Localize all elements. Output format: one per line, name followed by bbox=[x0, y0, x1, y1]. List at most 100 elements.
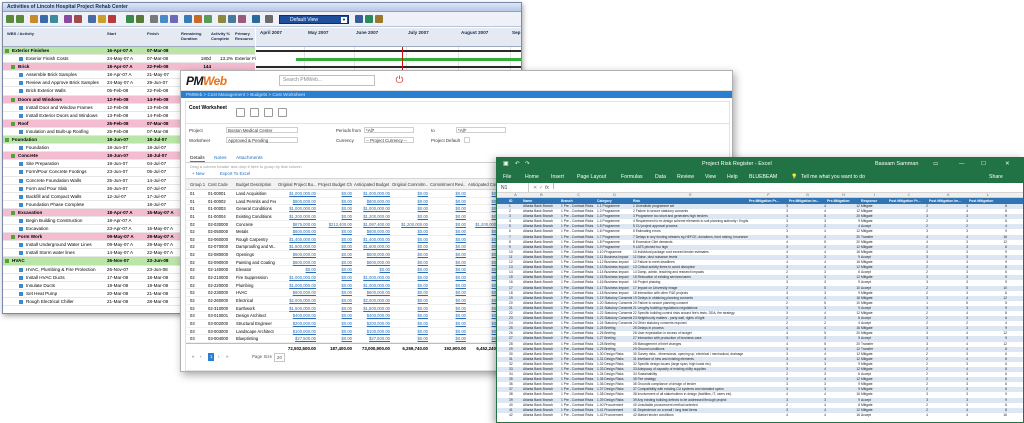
grid-column-header[interactable]: Budget Description bbox=[236, 182, 276, 187]
amount-cell[interactable]: $0.00 bbox=[430, 228, 466, 236]
worksheet[interactable]: ABCDEFGHIJKL ID Name Branch Category Risk Pre… bbox=[497, 193, 1023, 422]
amount-cell[interactable]: $0.00 bbox=[318, 228, 352, 236]
power-icon[interactable]: ⏻ bbox=[393, 74, 406, 87]
amount-cell[interactable]: $0.00 bbox=[318, 190, 352, 198]
amount-cell[interactable]: $0.00 bbox=[392, 251, 428, 259]
collapse-icon[interactable] bbox=[238, 15, 246, 23]
risks-icon[interactable] bbox=[108, 15, 116, 23]
close-icon[interactable]: ✕ bbox=[1005, 158, 1010, 171]
amount-cell[interactable]: $1,200,000.00 bbox=[392, 221, 428, 229]
amount-cell[interactable]: $0.00 bbox=[430, 312, 466, 320]
col-remaining[interactable]: Remaining Duration bbox=[181, 31, 211, 41]
amount-cell[interactable]: $0.00 bbox=[318, 312, 352, 320]
group-icon[interactable] bbox=[170, 15, 178, 23]
tab-attachments[interactable]: Attachments bbox=[236, 156, 263, 161]
col-resource[interactable]: Primary Resource bbox=[235, 31, 257, 41]
amount-cell[interactable]: $0.00 bbox=[392, 297, 428, 305]
settings-icon[interactable] bbox=[265, 15, 273, 23]
tab-page-layout[interactable]: Page Layout bbox=[577, 171, 606, 183]
amount-cell[interactable]: $1,500,000.00 bbox=[354, 243, 390, 251]
fx-icon[interactable]: fx bbox=[545, 183, 549, 193]
amount-cell[interactable]: $0.00 bbox=[430, 289, 466, 297]
amount-cell[interactable]: $0.00 bbox=[318, 335, 352, 343]
print-icon[interactable] bbox=[264, 108, 273, 117]
calendar-icon[interactable] bbox=[252, 15, 260, 23]
amount-cell[interactable]: $27,500.00 bbox=[354, 335, 390, 343]
layout-options-icon[interactable] bbox=[355, 15, 363, 23]
columns-icon[interactable] bbox=[184, 15, 192, 23]
amount-cell[interactable]: $0.00 bbox=[430, 251, 466, 259]
last-page-button[interactable]: » bbox=[226, 352, 228, 362]
project-select[interactable]: Boston Medical Center bbox=[226, 127, 298, 133]
activities-icon[interactable] bbox=[50, 15, 58, 23]
tell-me-input[interactable]: Tell me what you want to do bbox=[801, 171, 865, 183]
new-button[interactable]: + New bbox=[192, 171, 205, 176]
amount-cell[interactable]: $0.00 bbox=[318, 259, 352, 267]
amount-cell[interactable]: $0.00 bbox=[430, 335, 466, 343]
amount-cell[interactable]: $600,000.00 bbox=[278, 259, 316, 267]
tab-home[interactable]: Home bbox=[525, 171, 539, 183]
amount-cell[interactable]: $0.00 bbox=[392, 328, 428, 336]
amount-cell[interactable]: $0.00 bbox=[430, 236, 466, 244]
amount-cell[interactable]: $600,000.00 bbox=[278, 289, 316, 297]
export-icon[interactable] bbox=[278, 108, 287, 117]
amount-cell[interactable]: $0.00 bbox=[318, 289, 352, 297]
amount-cell[interactable]: $0.00 bbox=[392, 243, 428, 251]
amount-cell[interactable]: $500,000.00 bbox=[354, 251, 390, 259]
tab-formulas[interactable]: Formulas bbox=[621, 171, 643, 183]
page-size-select[interactable]: 20 bbox=[274, 352, 285, 362]
amount-cell[interactable]: $0.00 bbox=[392, 305, 428, 313]
amount-cell[interactable]: $0.00 bbox=[392, 236, 428, 244]
grid-column-header[interactable]: Cost Code bbox=[208, 182, 234, 187]
redo-icon[interactable]: ↷ bbox=[525, 158, 530, 171]
tab-insert[interactable]: Insert bbox=[551, 171, 564, 183]
cancel-icon[interactable]: ✕ bbox=[533, 183, 537, 193]
amount-cell[interactable]: $2,000,000.00 bbox=[278, 297, 316, 305]
amount-cell[interactable]: $0.00 bbox=[430, 305, 466, 313]
save-icon[interactable] bbox=[250, 108, 259, 117]
amount-cell[interactable]: $600,000.00 bbox=[354, 289, 390, 297]
cell[interactable]: Accept bbox=[861, 413, 888, 418]
amount-cell[interactable]: $0.00 bbox=[430, 274, 466, 282]
cell[interactable]: 42 bbox=[509, 413, 522, 418]
cell[interactable]: 4 bbox=[929, 413, 968, 418]
amount-cell[interactable]: $0.00 bbox=[392, 274, 428, 282]
amount-cell[interactable]: $0.00 bbox=[430, 221, 466, 229]
amount-cell[interactable]: $600,000.00 bbox=[354, 259, 390, 267]
amount-cell[interactable]: $400,000.00 bbox=[354, 312, 390, 320]
ribbon-display-icon[interactable]: ▭ bbox=[933, 158, 938, 171]
export-excel-button[interactable]: Export To Excel bbox=[220, 171, 250, 176]
amount-cell[interactable]: $1,400,000.00 bbox=[354, 236, 390, 244]
amount-cell[interactable]: $0.00 bbox=[430, 328, 466, 336]
amount-cell[interactable]: $600,000.00 bbox=[354, 228, 390, 236]
cell[interactable]: 1.42 Procurement bbox=[597, 413, 632, 418]
tab-file[interactable]: File bbox=[503, 171, 511, 183]
amount-cell[interactable]: $0.00 bbox=[318, 328, 352, 336]
undo-icon[interactable]: ↶ bbox=[515, 158, 520, 171]
tab-bluebeam[interactable]: BLUEBEAM bbox=[749, 171, 777, 183]
amount-cell[interactable]: $0.00 bbox=[318, 266, 352, 274]
help-icon[interactable] bbox=[365, 15, 373, 23]
current-page[interactable]: 1 bbox=[208, 352, 215, 361]
col-finish[interactable]: Finish bbox=[147, 31, 159, 36]
amount-cell[interactable]: $1,087,400.00 bbox=[354, 221, 390, 229]
amount-cell[interactable]: $0.00 bbox=[354, 266, 390, 274]
amount-cell[interactable]: $200,000.00 bbox=[278, 320, 316, 328]
col-start[interactable]: Start bbox=[107, 31, 116, 36]
cell[interactable]: 16 bbox=[969, 413, 1007, 418]
gantt-summary-bar[interactable] bbox=[256, 50, 521, 52]
tab-help[interactable]: Help bbox=[727, 171, 738, 183]
tracking-icon[interactable] bbox=[88, 15, 96, 23]
amount-cell[interactable]: $1,000,000.00 bbox=[354, 205, 390, 213]
tab-review[interactable]: Review bbox=[677, 171, 694, 183]
amount-cell[interactable]: $800,000.00 bbox=[354, 198, 390, 206]
maximize-icon[interactable]: ☐ bbox=[981, 158, 986, 171]
resources-icon[interactable] bbox=[64, 15, 72, 23]
amount-cell[interactable]: $1,200,000.00 bbox=[354, 213, 390, 221]
amount-cell[interactable]: $1,200,000.00 bbox=[278, 213, 316, 221]
amount-cell[interactable]: $0.00 bbox=[430, 198, 466, 206]
cell[interactable]: 4 bbox=[789, 413, 826, 418]
amount-cell[interactable]: $0.00 bbox=[430, 213, 466, 221]
grid-column-header[interactable]: Commitment Revi... bbox=[430, 182, 466, 187]
grid-column-header[interactable]: Original Commitm... bbox=[392, 182, 428, 187]
